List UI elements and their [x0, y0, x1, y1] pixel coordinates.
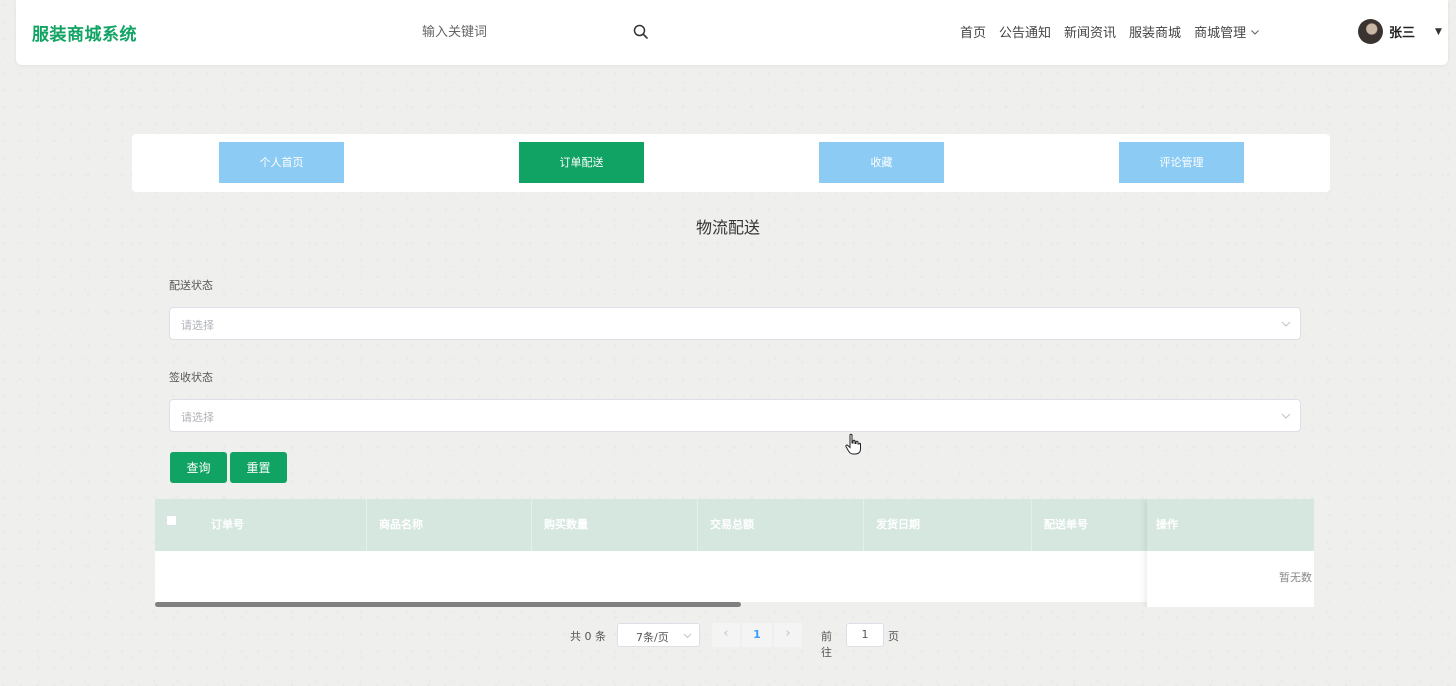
page-unit-label: 页	[888, 630, 899, 643]
search-box	[406, 14, 660, 50]
col-total-amount[interactable]: 交易总额	[698, 499, 864, 551]
main-nav: 首页 公告通知 新闻资讯 服装商城 商城管理	[960, 22, 1260, 41]
caret-down-icon[interactable]: ▼	[1435, 27, 1442, 37]
top-navbar: 服装商城系统 首页 公告通知 新闻资讯 服装商城 商城管理 张三 ▼	[16, 0, 1448, 65]
nav-notice[interactable]: 公告通知	[999, 22, 1051, 41]
col-product-name[interactable]: 商品名称	[367, 499, 532, 551]
sign-status-select[interactable]: 请选择	[169, 399, 1301, 432]
fixed-action-column: 操作 暂无数	[1147, 499, 1314, 607]
chevron-down-icon	[1281, 413, 1291, 419]
user-menu[interactable]: 张三 ▼	[1358, 19, 1442, 44]
next-page-button[interactable]: ›	[774, 623, 802, 647]
nav-home[interactable]: 首页	[960, 22, 986, 41]
brand-logo[interactable]: 服装商城系统	[32, 20, 137, 45]
chevron-down-icon	[683, 633, 692, 639]
horizontal-scrollbar[interactable]	[155, 602, 741, 607]
goto-page-input[interactable]: 1	[846, 623, 884, 647]
search-input[interactable]	[406, 14, 616, 50]
table-body	[155, 551, 1314, 602]
nav-mall-manage[interactable]: 商城管理	[1194, 22, 1260, 41]
table-header: 订单号 商品名称 购买数量 交易总额 发货日期 配送单号	[155, 499, 1314, 551]
col-quantity[interactable]: 购买数量	[532, 499, 698, 551]
col-order-no[interactable]: 订单号	[199, 499, 367, 551]
chevron-down-icon	[1251, 29, 1259, 35]
avatar[interactable]	[1358, 19, 1383, 44]
sign-status-placeholder: 请选择	[181, 411, 214, 424]
page-size-select[interactable]: 7条/页	[617, 623, 700, 647]
col-ship-date[interactable]: 发货日期	[864, 499, 1032, 551]
empty-text: 暂无数	[1279, 571, 1312, 584]
prev-page-button[interactable]: ‹	[712, 623, 740, 647]
logistics-table: 订单号 商品名称 购买数量 交易总额 发货日期 配送单号 操作 暂无数	[155, 499, 1314, 607]
hand-cursor-icon	[845, 433, 861, 455]
search-icon[interactable]	[632, 23, 650, 41]
sign-status-label: 签收状态	[169, 371, 213, 384]
delivery-status-select[interactable]: 请选择	[169, 307, 1301, 340]
select-all-cell	[155, 499, 199, 551]
reset-button[interactable]: 重置	[230, 452, 287, 483]
total-count: 共 0 条	[570, 630, 606, 643]
delivery-status-placeholder: 请选择	[181, 319, 214, 332]
col-delivery-no[interactable]: 配送单号	[1032, 499, 1147, 551]
tab-order-delivery[interactable]: 订单配送	[519, 142, 644, 183]
page-title: 物流配送	[695, 218, 760, 237]
nav-news[interactable]: 新闻资讯	[1064, 22, 1116, 41]
col-actions: 操作	[1147, 499, 1314, 551]
select-all-checkbox[interactable]	[166, 515, 177, 526]
tab-personal-home[interactable]: 个人首页	[219, 142, 344, 183]
tab-comment-manage[interactable]: 评论管理	[1119, 142, 1244, 183]
nav-mall-manage-label: 商城管理	[1194, 26, 1247, 41]
nav-mall[interactable]: 服装商城	[1129, 22, 1181, 41]
delivery-status-label: 配送状态	[169, 279, 213, 292]
query-button[interactable]: 查询	[170, 452, 227, 483]
goto-label: 前往	[821, 630, 832, 659]
chevron-down-icon	[1281, 321, 1291, 327]
user-name[interactable]: 张三	[1389, 22, 1415, 41]
fixed-column-body: 暂无数	[1147, 551, 1314, 607]
tab-favorites[interactable]: 收藏	[819, 142, 944, 183]
center-tabs: 个人首页 订单配送 收藏 评论管理	[132, 134, 1330, 192]
current-page[interactable]: 1	[742, 623, 772, 647]
page-size-value: 7条/页	[636, 631, 669, 644]
